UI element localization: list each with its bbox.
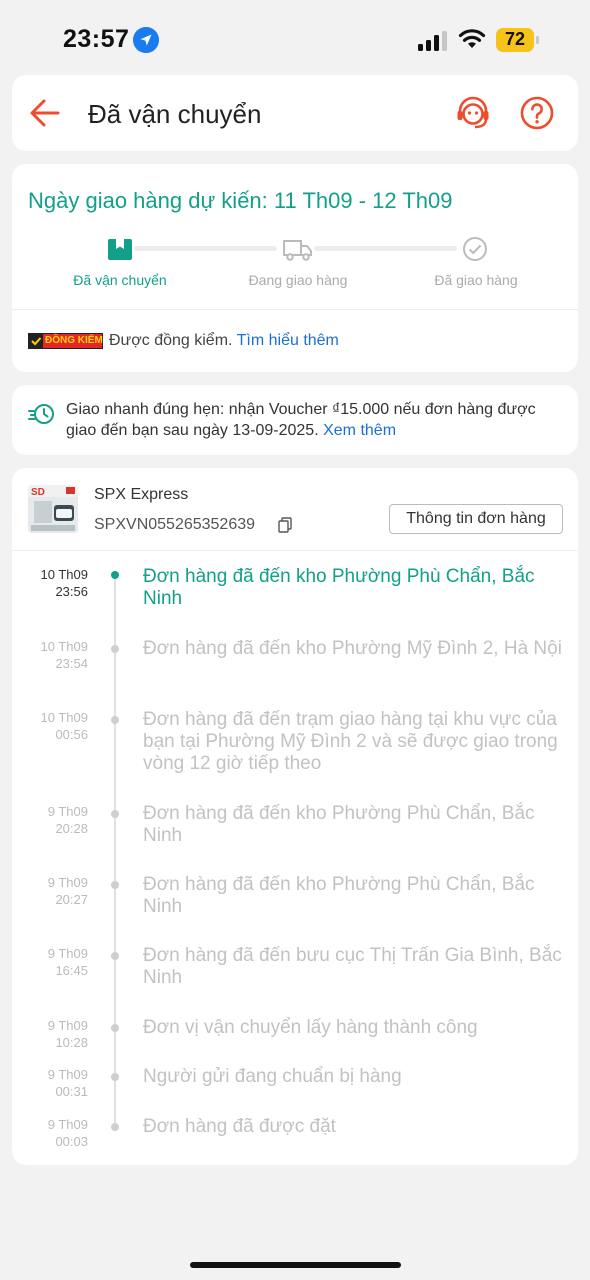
timeline-dot bbox=[111, 952, 119, 960]
event-date: 9 Th09 bbox=[47, 1117, 88, 1132]
event-datetime: 9 Th09 00:31 bbox=[20, 1066, 88, 1100]
tracking-card: SD SPX Express SPXVN055265352639 Thông t… bbox=[12, 468, 578, 1165]
event-datetime: 9 Th09 10:28 bbox=[20, 1017, 88, 1051]
status-bar: 23:57 72 bbox=[0, 0, 590, 74]
step-label-shipped: Đã vận chuyển bbox=[73, 272, 167, 288]
timeline-dot bbox=[111, 810, 119, 818]
status-time: 23:57 bbox=[63, 25, 130, 53]
help-icon[interactable] bbox=[520, 96, 554, 130]
event-time: 00:31 bbox=[55, 1084, 88, 1099]
event-datetime: 9 Th09 00:03 bbox=[20, 1116, 88, 1150]
event-description: Đơn hàng đã được đặt bbox=[143, 1116, 336, 1137]
event-description: Đơn hàng đã đến bưu cục Thị Trấn Gia Bìn… bbox=[143, 945, 562, 988]
tracking-number: SPXVN055265352639 bbox=[94, 516, 256, 533]
see-more-link[interactable]: Xem thêm bbox=[323, 422, 396, 439]
order-info-button[interactable]: Thông tin đơn hàng bbox=[389, 504, 563, 534]
timeline-dot bbox=[111, 1123, 119, 1131]
event-time: 00:03 bbox=[55, 1134, 88, 1149]
svg-text:SD: SD bbox=[31, 487, 45, 498]
event-time: 23:56 bbox=[55, 584, 88, 599]
timeline-dot bbox=[111, 645, 119, 653]
event-description: Người gửi đang chuẩn bị hàng bbox=[143, 1066, 402, 1087]
estimated-delivery-date: Ngày giao hàng dự kiến: 11 Th09 - 12 Th0… bbox=[28, 188, 453, 213]
event-time: 10:28 bbox=[55, 1035, 88, 1050]
wifi-icon bbox=[458, 29, 486, 48]
event-datetime: 10 Th09 23:56 bbox=[20, 566, 88, 600]
event-datetime: 10 Th09 00:56 bbox=[20, 709, 88, 743]
voucher-message: Giao nhanh đúng hẹn: nhận Voucher ₫15.00… bbox=[66, 399, 566, 441]
inspection-info: Được đồng kiểm. Tìm hiểu thêm bbox=[109, 332, 339, 350]
battery-level: 72 bbox=[504, 29, 526, 49]
event-date: 10 Th09 bbox=[40, 710, 88, 725]
event-datetime: 9 Th09 16:45 bbox=[20, 945, 88, 979]
location-arrow-icon bbox=[133, 27, 159, 53]
event-date: 9 Th09 bbox=[47, 1018, 88, 1033]
event-time: 20:28 bbox=[55, 821, 88, 836]
step-label-delivering: Đang giao hàng bbox=[248, 272, 348, 288]
copy-icon[interactable] bbox=[278, 517, 292, 533]
fast-delivery-clock-icon bbox=[28, 404, 54, 424]
app-header: Đã vận chuyển bbox=[12, 75, 578, 151]
battery-tip bbox=[536, 36, 539, 44]
carrier-name: SPX Express bbox=[94, 486, 189, 503]
customer-support-icon[interactable] bbox=[455, 95, 491, 131]
divider bbox=[12, 309, 578, 310]
learn-more-link[interactable]: Tìm hiểu thêm bbox=[237, 332, 339, 349]
timeline-dot bbox=[111, 1024, 119, 1032]
home-indicator[interactable] bbox=[190, 1262, 401, 1268]
inspection-badge: ĐỒNG KIỂM bbox=[28, 333, 103, 349]
progress-segment-1 bbox=[134, 246, 277, 251]
timeline-dot bbox=[111, 571, 119, 579]
event-date: 10 Th09 bbox=[40, 567, 88, 582]
timeline-line bbox=[114, 579, 116, 1125]
progress-segment-2 bbox=[314, 246, 457, 251]
event-description: Đơn hàng đã đến kho Phường Mỹ Đình 2, Hà… bbox=[143, 638, 562, 659]
page-title: Đã vận chuyển bbox=[88, 99, 262, 129]
badge-check-icon bbox=[29, 334, 43, 348]
event-date: 9 Th09 bbox=[47, 946, 88, 961]
event-description: Đơn hàng đã đến trạm giao hàng tại khu v… bbox=[143, 709, 558, 774]
event-date: 9 Th09 bbox=[47, 1067, 88, 1082]
delivery-status-card: Ngày giao hàng dự kiến: 11 Th09 - 12 Th0… bbox=[12, 164, 578, 372]
event-time: 00:56 bbox=[55, 727, 88, 742]
battery-indicator: 72 bbox=[496, 28, 540, 52]
event-time: 16:45 bbox=[55, 963, 88, 978]
inspection-badge-text: ĐỒNG KIỂM bbox=[45, 335, 103, 346]
event-description: Đơn hàng đã đến kho Phường Phù Chẩn, Bắc… bbox=[143, 566, 535, 609]
timeline-dot bbox=[111, 1073, 119, 1081]
product-image: SD bbox=[28, 485, 78, 533]
event-time: 20:27 bbox=[55, 892, 88, 907]
event-description: Đơn vị vận chuyển lấy hàng thành công bbox=[143, 1017, 478, 1038]
event-datetime: 10 Th09 23:54 bbox=[20, 638, 88, 672]
timeline-dot bbox=[111, 716, 119, 724]
delivery-truck-icon bbox=[283, 240, 312, 261]
event-datetime: 9 Th09 20:28 bbox=[20, 803, 88, 837]
event-datetime: 9 Th09 20:27 bbox=[20, 874, 88, 908]
event-time: 23:54 bbox=[55, 656, 88, 671]
on-time-voucher-card: Giao nhanh đúng hẹn: nhận Voucher ₫15.00… bbox=[12, 385, 578, 455]
event-date: 9 Th09 bbox=[47, 875, 88, 890]
event-description: Đơn hàng đã đến kho Phường Phù Chẩn, Bắc… bbox=[143, 874, 535, 917]
back-arrow-icon[interactable] bbox=[28, 97, 62, 129]
inspection-text: Được đồng kiểm. bbox=[109, 332, 233, 349]
divider bbox=[12, 550, 578, 551]
box-icon bbox=[108, 239, 132, 260]
voucher-text: Giao nhanh đúng hẹn: nhận Voucher ₫15.00… bbox=[66, 401, 536, 439]
check-circle-icon bbox=[463, 237, 487, 261]
event-date: 10 Th09 bbox=[40, 639, 88, 654]
cellular-signal-icon bbox=[418, 31, 447, 51]
event-date: 9 Th09 bbox=[47, 804, 88, 819]
step-label-delivered: Đã giao hàng bbox=[434, 272, 518, 288]
product-thumbnail: SD bbox=[28, 485, 78, 533]
event-description: Đơn hàng đã đến kho Phường Phù Chẩn, Bắc… bbox=[143, 803, 535, 846]
timeline-dot bbox=[111, 881, 119, 889]
